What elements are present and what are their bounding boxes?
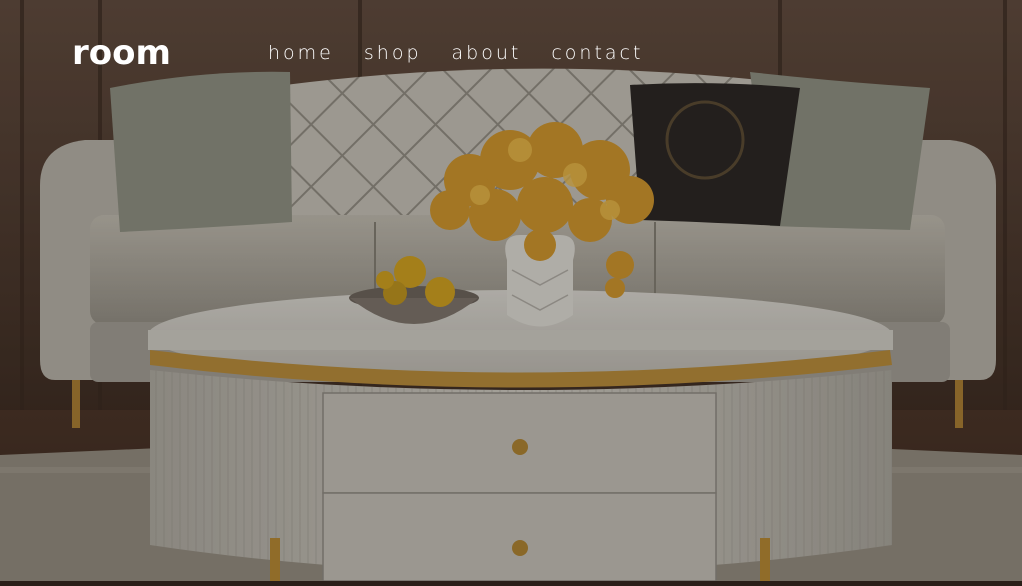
site-header: room home shop about contact (0, 0, 1022, 110)
brand-logo[interactable]: room (72, 33, 171, 73)
nav-link-home[interactable]: home (268, 42, 334, 64)
nav-link-about[interactable]: about (452, 42, 522, 64)
nav-link-shop[interactable]: shop (364, 42, 422, 64)
nav-link-contact[interactable]: contact (551, 42, 643, 64)
main-nav: home shop about contact (268, 42, 673, 64)
